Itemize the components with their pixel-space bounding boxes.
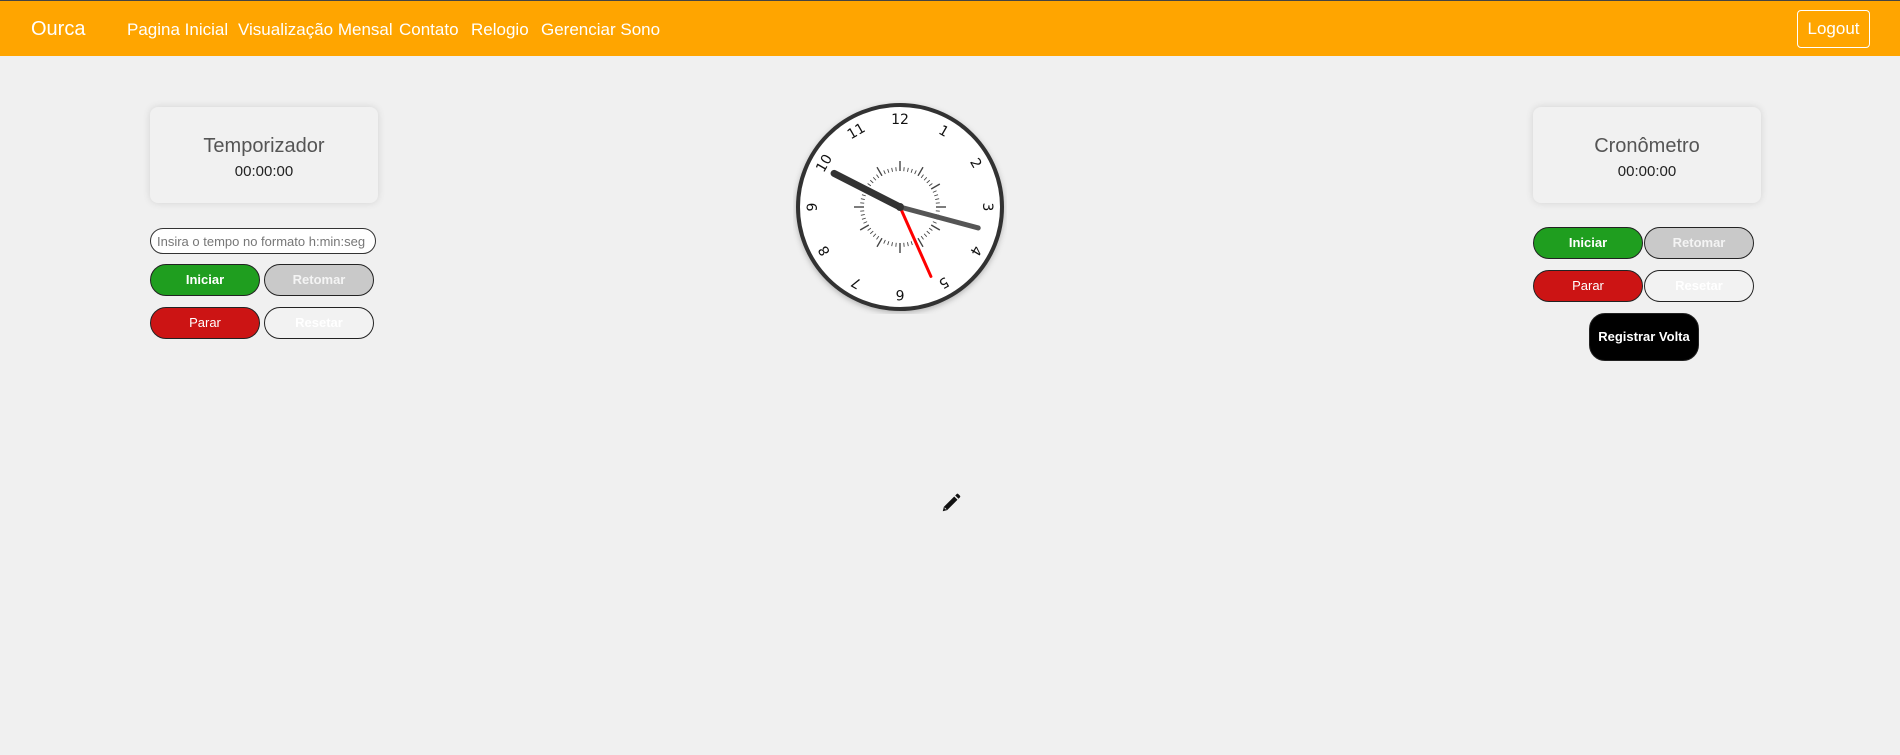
nav-link-contato[interactable]: Contato xyxy=(399,20,459,40)
timer-input[interactable] xyxy=(150,228,376,254)
clock-center-pin xyxy=(896,203,904,211)
navbar: Ourca Pagina Inicial Visualização Mensal… xyxy=(0,0,1900,56)
stopwatch-display: 00:00:00 xyxy=(1617,163,1677,180)
clock-number: 9 xyxy=(805,203,821,212)
nav-link-gerenciar-sono[interactable]: Gerenciar Sono xyxy=(541,20,660,40)
nav-link-relogio[interactable]: Relogio xyxy=(471,20,529,40)
timer-reset-button[interactable]: Resetar xyxy=(264,307,374,339)
logout-button[interactable]: Logout xyxy=(1797,10,1870,48)
stopwatch-start-button[interactable]: Iniciar xyxy=(1533,227,1643,259)
nav-link-visualizacao-mensal[interactable]: Visualização Mensal xyxy=(238,20,393,40)
stopwatch-stop-button[interactable]: Parar xyxy=(1533,270,1643,302)
stopwatch-title: Cronômetro xyxy=(1594,135,1700,157)
pencil-icon[interactable] xyxy=(940,492,962,514)
nav-link-pagina-inicial[interactable]: Pagina Inicial xyxy=(127,20,228,40)
register-lap-button[interactable]: Registrar Volta xyxy=(1589,313,1699,361)
brand-logo[interactable]: Ourca xyxy=(31,18,85,41)
clock-number: 3 xyxy=(979,203,995,212)
timer-card: Temporizador 00:00:00 xyxy=(150,107,378,203)
stopwatch-reset-button[interactable]: Resetar xyxy=(1644,270,1754,302)
timer-resume-button[interactable]: Retomar xyxy=(264,264,374,296)
analog-clock: 121234567891011 xyxy=(796,103,1004,311)
stopwatch-card: Cronômetro 00:00:00 xyxy=(1533,107,1761,203)
timer-title: Temporizador xyxy=(203,135,325,157)
timer-display: 00:00:00 xyxy=(234,163,294,180)
clock-number: 6 xyxy=(895,286,904,302)
clock-number: 12 xyxy=(891,112,909,128)
timer-stop-button[interactable]: Parar xyxy=(150,307,260,339)
stopwatch-resume-button[interactable]: Retomar xyxy=(1644,227,1754,259)
timer-start-button[interactable]: Iniciar xyxy=(150,264,260,296)
